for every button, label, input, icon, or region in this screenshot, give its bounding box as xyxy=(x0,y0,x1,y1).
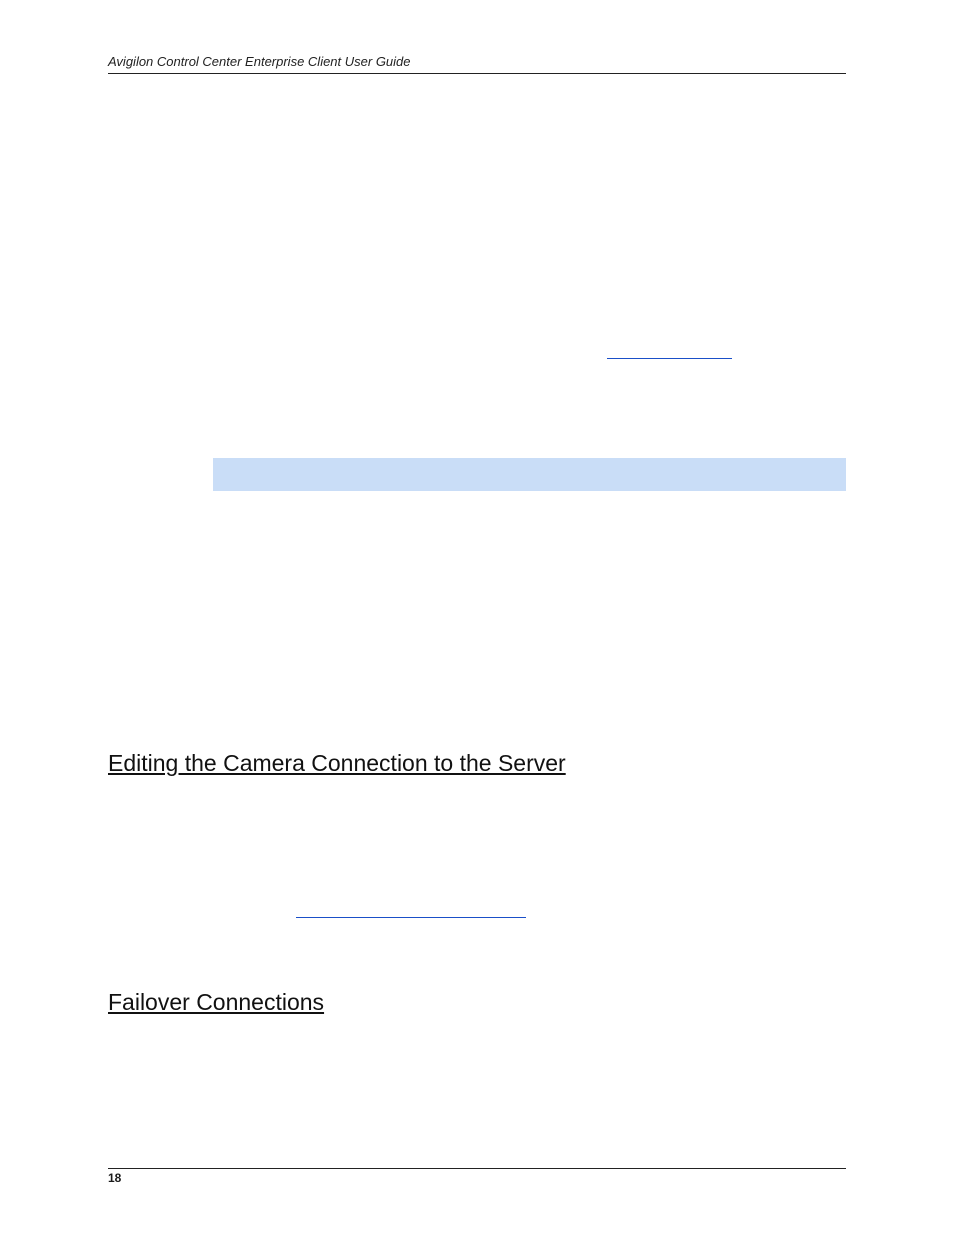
running-header: Avigilon Control Center Enterprise Clien… xyxy=(108,54,846,74)
page-number: 18 xyxy=(108,1171,121,1185)
text-highlight xyxy=(213,458,846,491)
section-heading-failover-connections: Failover Connections xyxy=(108,989,324,1016)
crossref-link-1[interactable] xyxy=(607,358,732,359)
section-heading-editing-camera-connection: Editing the Camera Connection to the Ser… xyxy=(108,750,566,777)
crossref-link-2[interactable] xyxy=(296,917,526,918)
page-footer: 18 xyxy=(108,1168,846,1185)
